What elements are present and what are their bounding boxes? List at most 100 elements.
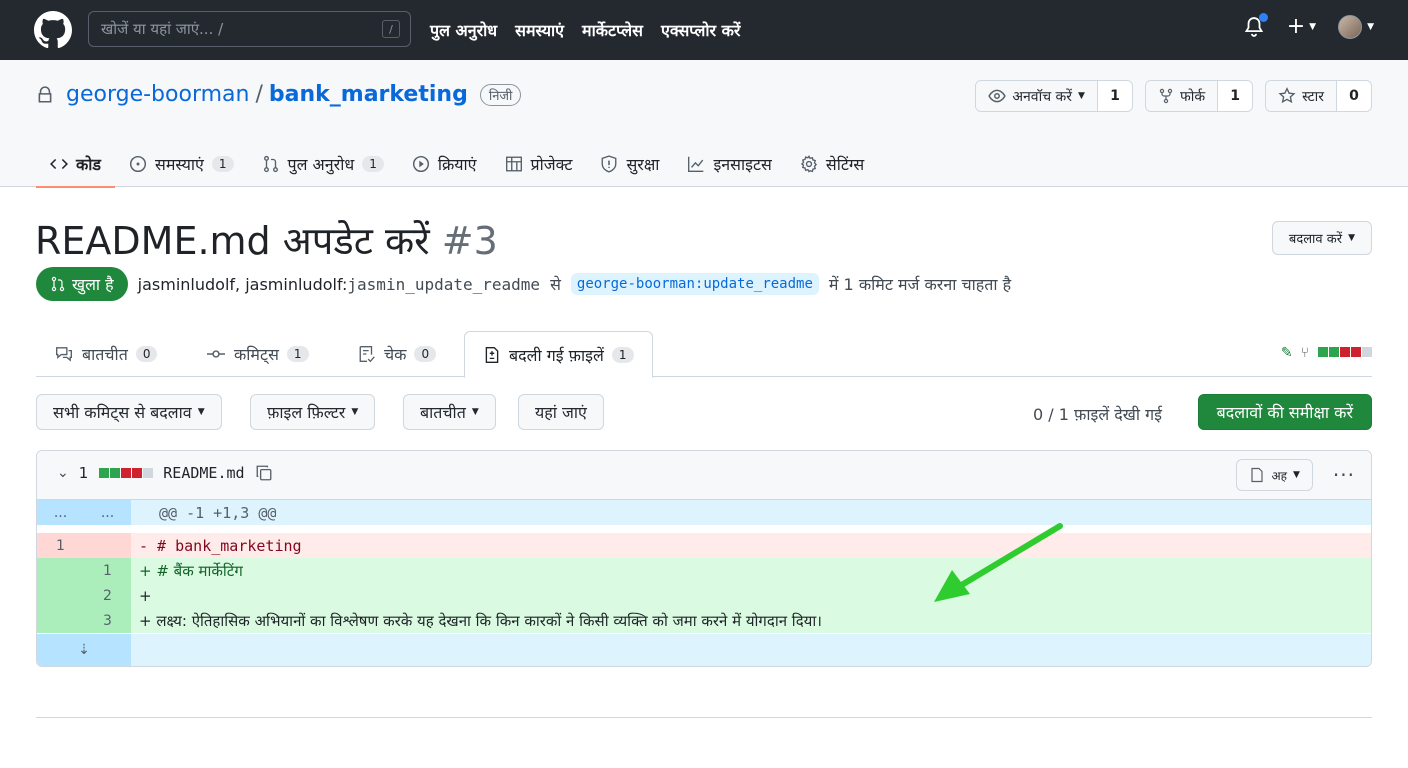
gear-icon [800, 154, 817, 173]
hunk-expand-right[interactable]: ... [84, 505, 131, 521]
tab-security[interactable]: सुरक्षा [586, 140, 673, 187]
edit-title-button[interactable]: बदलाव करें ▼ [1271, 221, 1372, 255]
pr-tab-checks-count: 0 [414, 346, 437, 362]
fork-button[interactable]: फोर्क [1145, 81, 1219, 111]
pr-tab-files-changed-label: बदली गई फ़ाइलें [509, 345, 604, 365]
review-changes-label: बदलावों की समीक्षा करें [1216, 403, 1353, 422]
tab-settings[interactable]: सेटिंग्स [786, 140, 878, 187]
tab-pull-requests[interactable]: पुल अनुरोध 1 [248, 140, 398, 187]
tab-code-label: कोड [76, 154, 101, 174]
diffstat-summary: ✎ ⑂ [1281, 345, 1372, 361]
copy-icon[interactable] [255, 464, 273, 482]
watch-count[interactable]: 1 [1097, 81, 1132, 111]
file-icon [1251, 467, 1264, 483]
lock-icon [38, 85, 52, 103]
footer-divider [36, 717, 1372, 718]
pr-tab-checks[interactable]: चेक 0 [358, 331, 437, 377]
pr-tab-conversation[interactable]: बातचीत 0 [54, 331, 158, 377]
base-branch[interactable]: george-boorman:update_readme [570, 273, 819, 295]
issue-icon [129, 155, 147, 172]
file-filter-dropdown[interactable]: फ़ाइल फ़िल्टर ▼ [250, 394, 376, 430]
star-button-group: स्टार 0 [1265, 80, 1372, 112]
notifications-button[interactable] [1243, 12, 1268, 39]
jump-to-button[interactable]: यहां जाएं [518, 394, 604, 430]
conversations-dropdown[interactable]: बातचीत ▼ [403, 394, 496, 430]
pr-tab-files-changed[interactable]: बदली गई फ़ाइलें 1 [464, 331, 653, 378]
tab-pull-requests-count: 1 [362, 155, 384, 172]
expand-gutter[interactable]: ⇣ [37, 634, 131, 666]
pr-title-text: README.md अपडेट करें [35, 219, 430, 263]
old-line-number[interactable]: 1 [37, 538, 84, 554]
tab-issues[interactable]: समस्याएं 1 [115, 140, 248, 187]
tab-actions[interactable]: क्रियाएं [398, 140, 491, 187]
head-branch[interactable]: jasmin_update_readme [347, 275, 540, 294]
table-row: 1 - # bank_marketing [37, 533, 1371, 558]
file-header-left: ⌄ 1 README.md [57, 464, 273, 482]
expand-row: ⇣ [37, 634, 1371, 666]
line-gutter: 2 [37, 583, 131, 608]
nav-pull-requests[interactable]: पुल अनुरोध [430, 19, 497, 41]
diffstat-removed [132, 468, 143, 478]
global-nav: पुल अनुरोध समस्याएं मार्केटप्लेस एक्सप्ल… [430, 0, 740, 60]
star-count[interactable]: 0 [1337, 81, 1371, 111]
table-row: 1 + # बैंक मार्केटिंग [37, 558, 1371, 583]
star-label: स्टार [1302, 88, 1324, 105]
repo-name-link[interactable]: bank_marketing [269, 82, 468, 107]
pr-author-link[interactable]: jasminludolf, [138, 275, 240, 294]
pr-state-row: खुला है jasminludolf, jasminludolf:jasmi… [36, 267, 1011, 301]
commits-filter-dropdown[interactable]: सभी कमिट्स से बदलाव ▼ [36, 394, 222, 430]
repo-owner-link[interactable]: george-boorman [66, 82, 249, 107]
search-input[interactable]: खोजें या यहां जाएं... / / [88, 11, 411, 47]
diffstat-added [1329, 347, 1339, 357]
tab-insights[interactable]: इनसाइटस [673, 140, 785, 187]
tab-projects-label: प्रोजेक्ट [530, 154, 573, 174]
chevron-down-icon: ▼ [1348, 233, 1355, 243]
pr-tab-commits-label: कमिट्स [234, 345, 279, 364]
github-logo-icon[interactable] [34, 11, 72, 49]
pr-tab-commits-count: 1 [286, 346, 309, 362]
expand-down-icon[interactable]: ⇣ [37, 642, 131, 658]
collapse-chevron-icon[interactable]: ⌄ [57, 465, 69, 481]
hunk-header-row: ... ... @@ -1 +1,3 @@ [37, 500, 1371, 525]
pr-tab-files-changed-count: 1 [611, 346, 634, 363]
search-placeholder: खोजें या यहां जाएं... / [101, 20, 224, 38]
review-changes-button[interactable]: बदलावों की समीक्षा करें [1197, 394, 1372, 430]
new-line-number[interactable]: 1 [84, 563, 131, 579]
tab-settings-label: सेटिंग्स [825, 154, 865, 174]
nav-explore[interactable]: एक्सप्लोर करें [661, 19, 740, 41]
new-line-number[interactable]: 3 [84, 613, 131, 629]
fork-count[interactable]: 1 [1218, 81, 1253, 111]
diffstat-added [99, 468, 110, 478]
avatar [1338, 14, 1363, 39]
user-menu-button[interactable]: ▼ [1338, 14, 1374, 39]
diffstat-bar [1317, 345, 1372, 361]
star-button[interactable]: स्टार [1266, 81, 1337, 111]
create-new-button[interactable]: + ▼ [1287, 14, 1316, 39]
notification-dot [1258, 12, 1268, 22]
tab-code[interactable]: कोड [36, 140, 115, 188]
view-mode-dropdown[interactable]: अह ▼ [1236, 459, 1313, 491]
annotation-arrow [934, 523, 1063, 602]
hunk-expand-left[interactable]: ... [37, 505, 84, 521]
pr-author-prefix: jasminludolf: [245, 274, 348, 294]
diffstat-removed [1340, 347, 1350, 357]
tab-projects[interactable]: प्रोजेक्ट [491, 140, 587, 187]
plus-icon: + [1286, 14, 1306, 39]
shield-icon [602, 154, 617, 173]
code-icon [50, 158, 68, 169]
nav-marketplace[interactable]: मार्केटप्लेस [582, 19, 643, 41]
chevron-down-icon: ▼ [197, 407, 205, 417]
pr-tab-commits[interactable]: कमिट्स 1 [206, 331, 309, 377]
more-options-button[interactable]: ··· [1333, 463, 1355, 487]
tab-actions-label: क्रियाएं [437, 154, 477, 174]
jump-to-label: यहां जाएं [535, 403, 587, 422]
new-line-number[interactable]: 2 [84, 588, 131, 604]
diffstat-removed [121, 468, 132, 478]
nav-issues[interactable]: समस्याएं [515, 19, 564, 41]
file-name-link[interactable]: README.md [163, 464, 244, 482]
checklist-icon [359, 346, 375, 363]
watch-button[interactable]: अनवॉच करें ▼ [976, 81, 1098, 111]
added-line-text: + लक्ष्य: ऐतिहासिक अभियानों का विश्लेषण … [139, 611, 822, 630]
chevron-down-icon: ▼ [351, 407, 359, 417]
search-shortcut-badge: / [382, 20, 400, 38]
